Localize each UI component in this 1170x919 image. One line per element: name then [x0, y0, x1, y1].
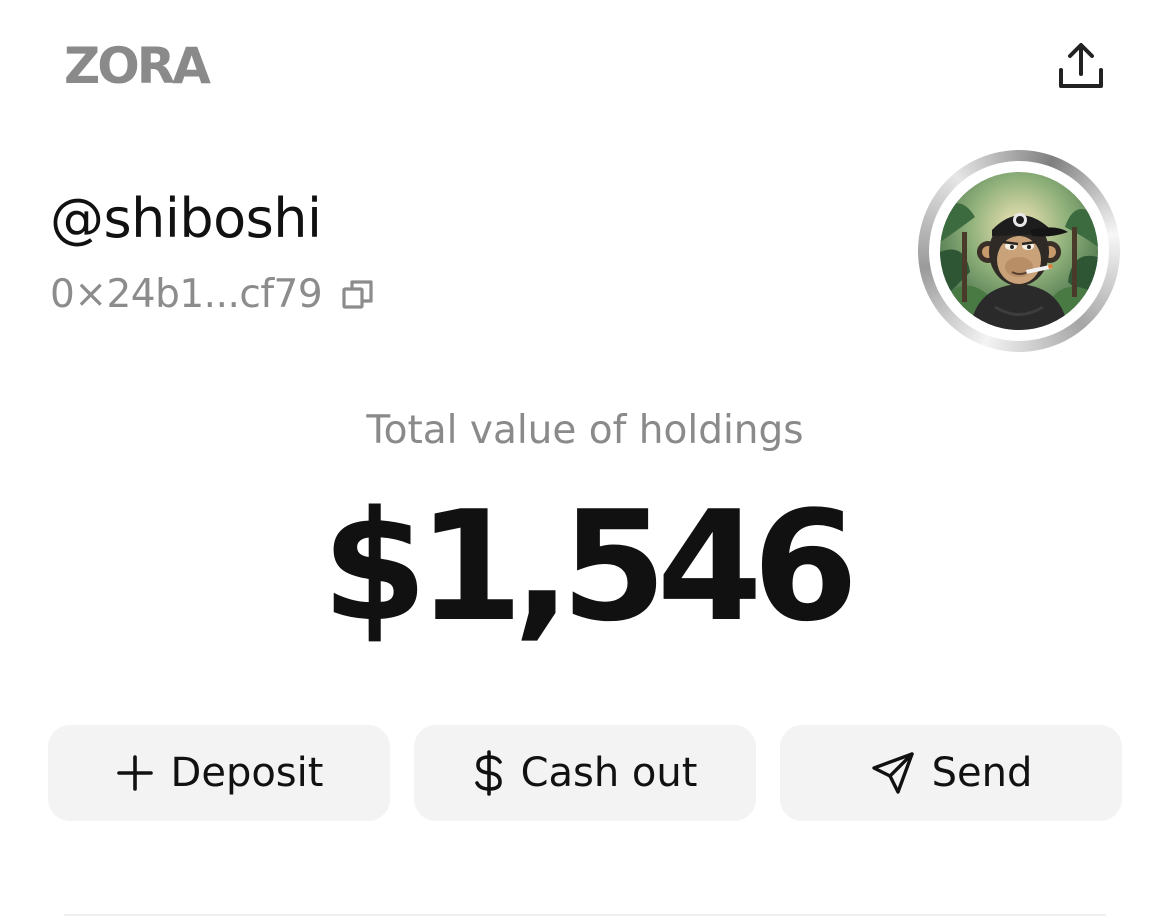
share-button[interactable] — [1046, 34, 1116, 98]
wallet-screen: ZORA @shiboshi 0×24b1...cf79 Total value… — [0, 0, 1170, 919]
share-upload-icon — [1059, 43, 1103, 88]
deposit-label: Deposit — [170, 750, 324, 796]
divider — [64, 914, 1106, 916]
copy-address-button[interactable] — [338, 275, 378, 315]
avatar[interactable] — [918, 150, 1120, 352]
wallet-address-row: 0×24b1...cf79 — [50, 270, 378, 320]
avatar-image — [940, 172, 1098, 330]
zora-logo[interactable]: ZORA — [64, 36, 211, 96]
username: @shiboshi — [50, 187, 322, 250]
total-holdings-value: $1,546 — [321, 478, 859, 655]
wallet-address: 0×24b1...cf79 — [50, 272, 323, 317]
action-buttons: Deposit Cash out Send — [48, 725, 1122, 821]
send-button[interactable]: Send — [780, 725, 1122, 821]
holdings-label: Total value of holdings — [366, 408, 804, 453]
cash-out-button[interactable]: Cash out — [414, 725, 756, 821]
plus-icon — [115, 753, 155, 793]
paper-plane-icon — [870, 750, 916, 796]
deposit-button[interactable]: Deposit — [48, 725, 390, 821]
send-label: Send — [931, 750, 1033, 796]
cash-out-label: Cash out — [520, 750, 698, 796]
dollar-icon — [473, 750, 505, 796]
copy-icon — [342, 280, 373, 309]
